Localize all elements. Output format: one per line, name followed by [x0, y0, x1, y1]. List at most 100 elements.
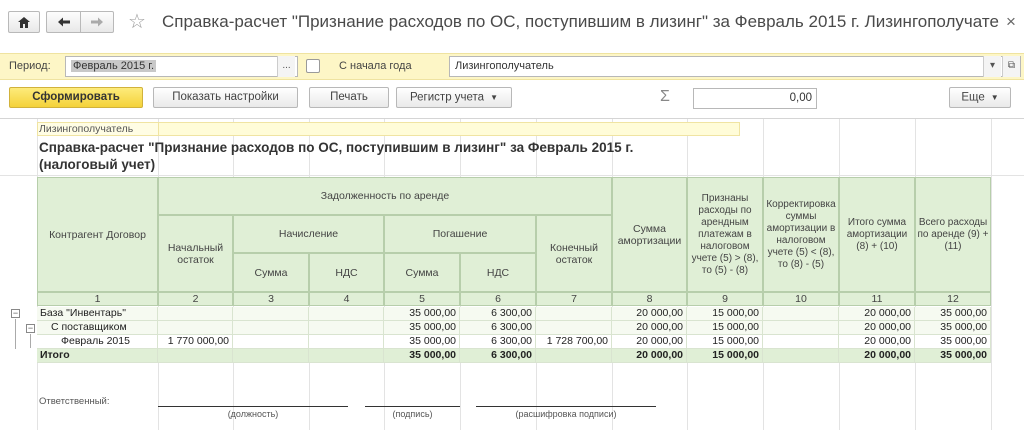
period-input[interactable]: Февраль 2015 г. [65, 56, 298, 77]
total-recognized: 15 000,00 [687, 349, 763, 363]
total-repayment-amount: 35 000,00 [384, 349, 460, 363]
col-number: 11 [839, 292, 915, 306]
col-header-total-expenses: Всего расходы по аренде (9) + (11) [915, 177, 991, 292]
col-number: 5 [384, 292, 460, 306]
toolbar: Сформировать Показать настройки Печать Р… [0, 85, 1024, 111]
cell-closing: 1 728 700,00 [536, 335, 612, 349]
from-year-checkbox[interactable] [306, 59, 320, 73]
cell-accrual-vat [309, 335, 384, 349]
col-number: 12 [915, 292, 991, 306]
cell-correction [763, 321, 839, 335]
report-title: Справка-расчет "Признание расходов по ОС… [39, 140, 634, 172]
home-icon [18, 16, 30, 28]
cell-repayment-vat: 6 300,00 [460, 321, 536, 335]
cell-repayment-vat: 6 300,00 [460, 307, 536, 321]
total-repayment-vat: 6 300,00 [460, 349, 536, 363]
window-title: Справка-расчет "Признание расходов по ОС… [162, 12, 999, 31]
transcript-caption: (расшифровка подписи) [515, 409, 617, 419]
col-header-repayment-amount: Сумма [384, 253, 460, 292]
col-number: 4 [309, 292, 384, 306]
col-number: 1 [37, 292, 158, 306]
cell-accrual-amount [233, 321, 309, 335]
tree-collapse-icon[interactable]: − [26, 324, 35, 333]
col-header-debt: Задолженность по аренде [158, 177, 612, 215]
register-button[interactable]: Регистр учета ▼ [396, 87, 512, 108]
col-header-repayment: Погашение [384, 215, 536, 253]
row-label: С поставщиком [37, 321, 158, 335]
chevron-down-icon: ▼ [990, 93, 999, 102]
chevron-down-icon: ▼ [490, 93, 498, 102]
cell-depreciation: 20 000,00 [612, 307, 687, 321]
tree-line [15, 319, 16, 349]
more-label: Еще [961, 91, 985, 104]
cell-repayment-amount: 35 000,00 [384, 335, 460, 349]
mode-value: Лизингополучатель [455, 60, 554, 72]
signature-line [476, 406, 656, 407]
print-button[interactable]: Печать [309, 87, 389, 108]
mode-dropdown-button[interactable]: ▾ [983, 56, 1001, 77]
mode-select[interactable]: Лизингополучатель [449, 56, 1021, 77]
favorite-star-icon[interactable]: ☆ [128, 9, 146, 34]
report-header-value [158, 122, 740, 136]
tree-line [30, 334, 31, 348]
cell-accrual-amount [233, 335, 309, 349]
tree-collapse-icon[interactable]: − [11, 309, 20, 318]
col-number: 9 [687, 292, 763, 306]
arrow-right-icon [91, 17, 103, 27]
col-number: 7 [536, 292, 612, 306]
parameters-bar: Период: Февраль 2015 г. ... С начала год… [0, 53, 1024, 80]
cell-accrual-vat [309, 321, 384, 335]
col-header-accrual: Начисление [233, 215, 384, 253]
mode-open-button[interactable]: ⧉ [1002, 56, 1020, 77]
cell-depreciation: 20 000,00 [612, 335, 687, 349]
col-header-accrual-vat: НДС [309, 253, 384, 292]
total-correction [763, 349, 839, 363]
cell-correction [763, 335, 839, 349]
col-number: 10 [763, 292, 839, 306]
col-header-accrual-amount: Сумма [233, 253, 309, 292]
generate-button[interactable]: Сформировать [9, 87, 143, 108]
total-accrual-amount [233, 349, 309, 363]
cell-opening [158, 307, 233, 321]
total-depreciation: 20 000,00 [612, 349, 687, 363]
col-number: 2 [158, 292, 233, 306]
period-select-button[interactable]: ... [277, 56, 295, 77]
cell-correction [763, 307, 839, 321]
cell-opening: 1 770 000,00 [158, 335, 233, 349]
more-button[interactable]: Еще ▼ [949, 87, 1011, 108]
position-caption: (должность) [227, 409, 279, 419]
sum-field: 0,00 [693, 88, 817, 109]
show-settings-button[interactable]: Показать настройки [153, 87, 298, 108]
col-header-recognized: Признаны расходы по арендным платежам в … [687, 177, 763, 292]
home-button[interactable] [8, 11, 40, 33]
cell-recognized: 15 000,00 [687, 321, 763, 335]
back-button[interactable] [46, 11, 80, 33]
title-bar: ☆ Справка-расчет "Признание расходов по … [0, 0, 1024, 44]
signature-line [365, 406, 460, 407]
row-label: База "Инвентарь" [37, 307, 158, 321]
cell-total-depreciation: 20 000,00 [839, 307, 915, 321]
total-opening [158, 349, 233, 363]
arrow-left-icon [57, 17, 70, 27]
col-header-correction: Корректировка суммы амортизации в налого… [763, 177, 839, 292]
forward-button[interactable] [80, 11, 114, 33]
sum-icon: Σ [660, 88, 670, 105]
col-number: 3 [233, 292, 309, 306]
cell-recognized: 15 000,00 [687, 335, 763, 349]
cell-total-expenses: 35 000,00 [915, 321, 991, 335]
grid-line [991, 119, 992, 430]
cell-depreciation: 20 000,00 [612, 321, 687, 335]
total-accrual-vat [309, 349, 384, 363]
col-header-repayment-vat: НДС [460, 253, 536, 292]
cell-closing [536, 307, 612, 321]
cell-recognized: 15 000,00 [687, 307, 763, 321]
cell-repayment-amount: 35 000,00 [384, 321, 460, 335]
close-icon[interactable]: × [1006, 12, 1016, 32]
report-area[interactable]: Лизингополучатель Справка-расчет "Призна… [0, 118, 1024, 430]
col-header-counterparty: Контрагент Договор [37, 177, 158, 292]
signature-caption: (подпись) [392, 409, 433, 419]
responsible-label: Ответственный: [39, 396, 110, 407]
cell-accrual-amount [233, 307, 309, 321]
col-number: 8 [612, 292, 687, 306]
cell-total-expenses: 35 000,00 [915, 307, 991, 321]
